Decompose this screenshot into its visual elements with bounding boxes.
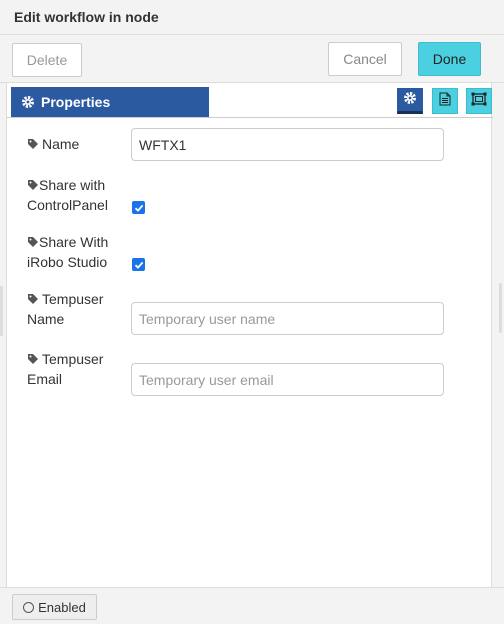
share-irobo-label: Share With iRobo Studio (27, 232, 122, 272)
frame-icon (471, 92, 487, 111)
tab-description[interactable] (432, 88, 458, 114)
share-controlpanel-label-line2: ControlPanel (27, 197, 108, 213)
name-input[interactable]: WFTX1 (131, 128, 444, 161)
tempuser-name-label-line1: Tempuser (42, 291, 104, 307)
share-irobo-label-line1: Share With (39, 234, 109, 250)
cancel-button[interactable]: Cancel (328, 42, 402, 76)
tray-footer: Enabled (0, 587, 504, 624)
radio-circle-icon (23, 601, 35, 613)
edit-tray: Edit workflow in node Delete Cancel Done… (0, 0, 504, 624)
gear-icon (21, 95, 35, 109)
resize-handle-right[interactable] (499, 283, 502, 333)
tempuser-name-input[interactable]: Temporary user name (131, 302, 444, 335)
tempuser-email-input[interactable]: Temporary user email (131, 363, 444, 396)
enabled-label: Enabled (38, 599, 86, 615)
tempuser-name-label: Tempuser Name (27, 289, 122, 329)
tab-settings[interactable] (397, 88, 423, 114)
tab-appearance[interactable] (466, 88, 492, 114)
tray-body: Properties Name WFTX1 Share with Control… (6, 83, 493, 587)
tray-title: Edit workflow in node (14, 9, 159, 25)
name-label-text: Name (42, 136, 80, 152)
tempuser-email-label: Tempuser Email (27, 349, 122, 389)
share-controlpanel-label: Share with ControlPanel (27, 175, 122, 215)
share-controlpanel-checkbox[interactable] (132, 201, 145, 214)
share-controlpanel-label-line1: Share with (39, 177, 106, 193)
done-button[interactable]: Done (418, 42, 481, 76)
name-label: Name (27, 134, 122, 154)
gear-icon (403, 91, 417, 110)
tab-properties[interactable]: Properties (11, 87, 209, 117)
tempuser-email-label-line1: Tempuser (42, 351, 104, 367)
tempuser-email-label-line2: Email (27, 371, 63, 387)
tag-icon (27, 290, 39, 304)
tab-properties-label: Properties (41, 94, 111, 110)
delete-button[interactable]: Delete (12, 43, 82, 77)
enabled-toggle-button[interactable]: Enabled (12, 594, 97, 620)
tag-icon (27, 176, 39, 190)
share-irobo-label-line2: iRobo Studio (27, 254, 108, 270)
share-irobo-checkbox[interactable] (132, 258, 145, 271)
tab-bar: Properties (7, 83, 493, 118)
document-icon (439, 92, 451, 111)
tray-header: Edit workflow in node (0, 0, 504, 35)
resize-handle-left[interactable] (0, 286, 3, 336)
tray-toolbar: Delete Cancel Done (0, 35, 504, 83)
tag-icon (27, 233, 39, 247)
tempuser-name-label-line2: Name (27, 311, 65, 327)
tag-icon (27, 350, 39, 364)
tag-icon (27, 135, 39, 149)
